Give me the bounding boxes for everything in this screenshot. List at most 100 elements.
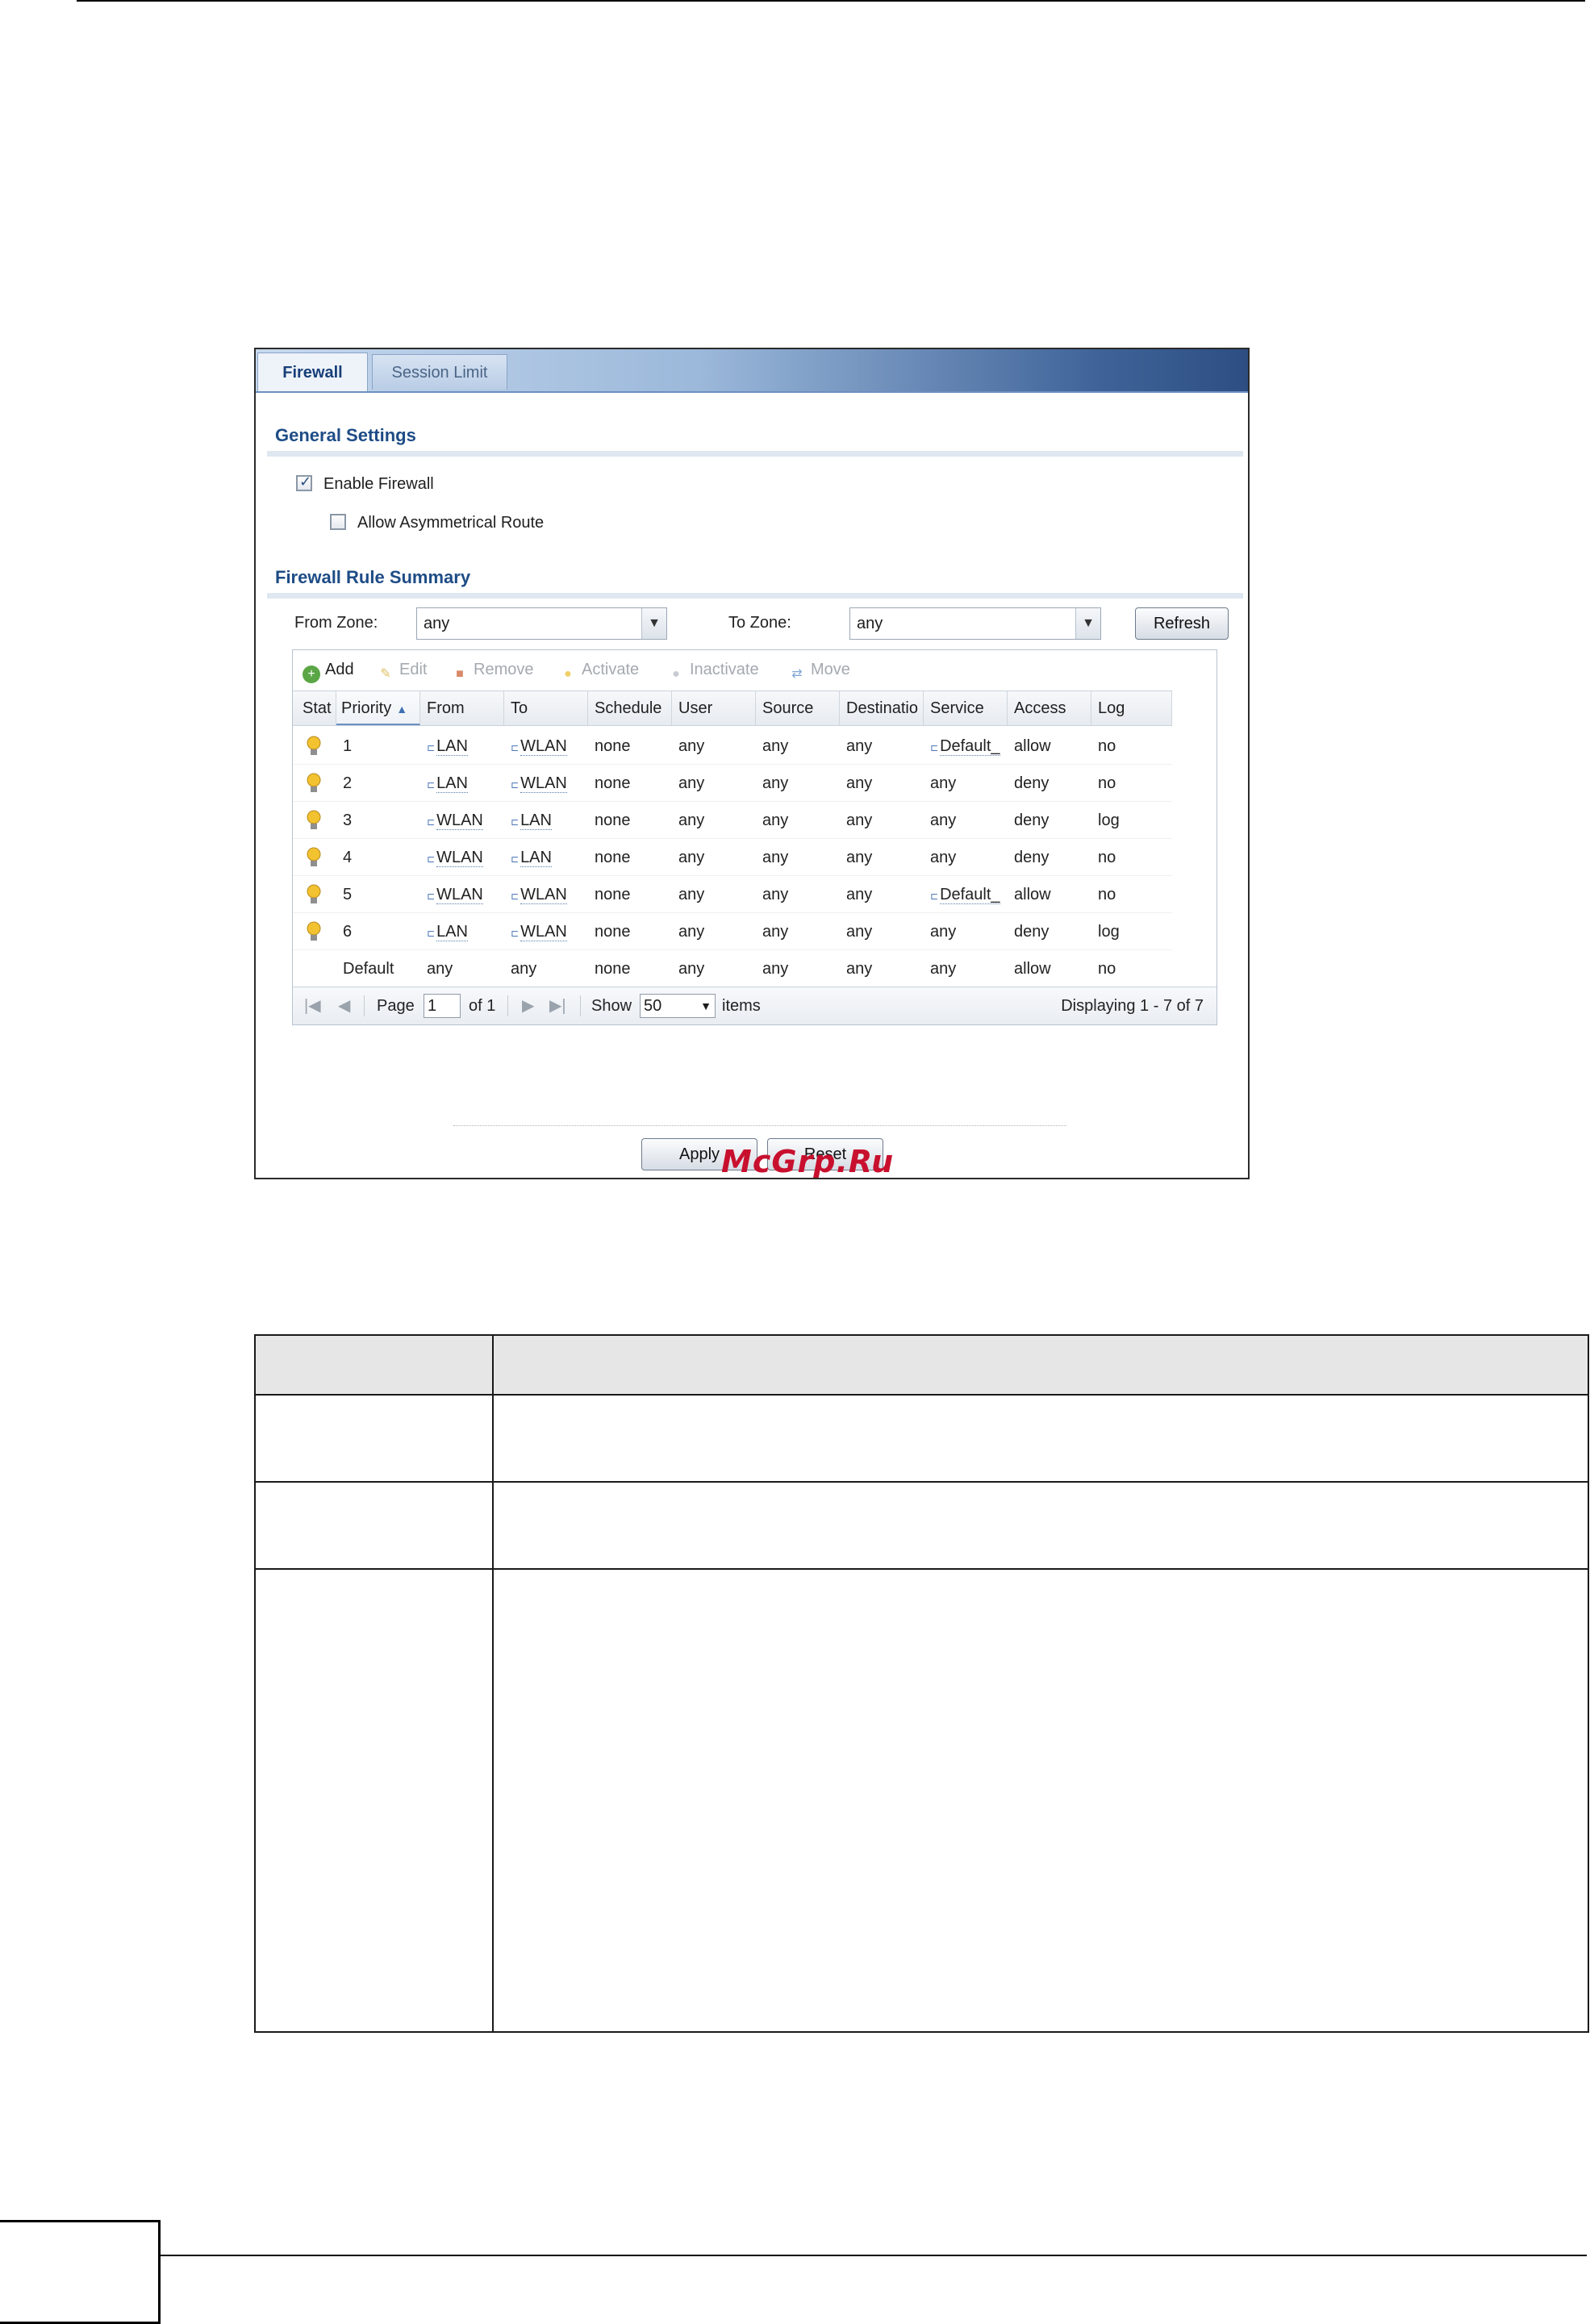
cell-service-link[interactable]: Default_ (940, 886, 1000, 904)
cell-from[interactable]: ⊏ LAN (420, 913, 504, 950)
object-icon: ⊏ (511, 928, 520, 939)
col-to[interactable]: To (504, 691, 588, 725)
next-page-icon[interactable]: ▶ (522, 995, 534, 1016)
chevron-down-icon[interactable]: ▼ (641, 608, 666, 639)
col-user[interactable]: User (672, 691, 756, 725)
col-access[interactable]: Access (1008, 691, 1091, 725)
refresh-button[interactable]: Refresh (1135, 607, 1229, 640)
page-number-input[interactable]: 1 (424, 994, 461, 1018)
firewall-rule-grid: + Add ✎ Edit ■ Remove ● Activate ● Inactivate… (292, 649, 1217, 1025)
cell-access: deny (1014, 774, 1050, 792)
cell-log: no (1098, 774, 1116, 792)
page-size-select[interactable]: 50 ▼ (640, 994, 716, 1018)
cell-source: any (762, 960, 789, 978)
first-page-icon[interactable]: |◀ (304, 995, 321, 1016)
cell-access: allow (1014, 737, 1051, 755)
cell-from-link[interactable]: LAN (436, 774, 468, 793)
cell-schedule: none (595, 849, 631, 866)
col-service[interactable]: Service (924, 691, 1008, 725)
cell-to[interactable]: ⊏ LAN (504, 839, 588, 876)
from-zone-select[interactable]: any ▼ (416, 607, 667, 640)
move-button[interactable]: ⇄ Move (788, 660, 850, 681)
cell-to-link[interactable]: LAN (520, 849, 552, 867)
inactivate-button[interactable]: ● Inactivate (667, 660, 758, 681)
col-priority[interactable]: Priority ▲ (336, 691, 420, 725)
col-log[interactable]: Log (1091, 691, 1172, 725)
remove-button[interactable]: ■ Remove (451, 660, 533, 681)
object-icon: ⊏ (427, 816, 436, 828)
col-priority-label: Priority (341, 699, 392, 717)
chevron-down-icon[interactable]: ▼ (700, 995, 712, 1017)
cell-from-link[interactable]: LAN (436, 737, 468, 756)
pager-separator (580, 995, 581, 1016)
add-button[interactable]: + Add (303, 660, 354, 683)
trash-icon: ■ (456, 667, 464, 681)
firewall-screenshot: Firewall Session Limit General Settings … (254, 348, 1250, 1179)
allow-asymmetrical-route-checkbox[interactable] (330, 514, 346, 530)
cell-from[interactable]: ⊏ WLAN (420, 839, 504, 876)
enable-firewall-checkbox[interactable]: ✓ (296, 474, 312, 491)
cell-from[interactable]: ⊏ LAN (420, 728, 504, 765)
table-row[interactable]: 2 ⊏ LAN ⊏ WLAN none any any any any deny no (293, 765, 1172, 802)
cell-to[interactable]: ⊏ WLAN (504, 728, 588, 765)
move-label: Move (811, 661, 850, 678)
cell-source: any (762, 737, 789, 755)
cell-schedule: none (595, 923, 631, 941)
page-top-rule (77, 0, 1585, 2)
edit-icon: ✎ (380, 667, 391, 681)
cell-from-link[interactable]: WLAN (436, 849, 483, 867)
col-source[interactable]: Source (756, 691, 840, 725)
lightbulb-icon[interactable] (306, 884, 322, 905)
table-row[interactable]: 3 ⊏ WLAN ⊏ LAN none any any any any deny log (293, 802, 1172, 839)
cell-priority: 2 (343, 774, 353, 792)
last-page-icon[interactable]: ▶| (549, 995, 566, 1016)
col-from[interactable]: From (420, 691, 504, 725)
table-row[interactable]: 1 ⊏ LAN ⊏ WLAN none any any any ⊏ Default_ allow no (293, 728, 1172, 765)
edit-button[interactable]: ✎ Edit (377, 660, 427, 681)
table-row[interactable]: 5 ⊏ WLAN ⊏ WLAN none any any any ⊏ Default_ allow no (293, 876, 1172, 913)
cell-to-link[interactable]: WLAN (520, 774, 567, 793)
activate-button[interactable]: ● Activate (559, 660, 639, 681)
object-icon: ⊏ (427, 928, 436, 939)
cell-service[interactable]: ⊏ Default_ (924, 876, 1008, 913)
enable-firewall-label: Enable Firewall (323, 475, 434, 493)
cell-from[interactable]: ⊏ WLAN (420, 876, 504, 913)
lightbulb-icon[interactable] (306, 810, 322, 831)
table-row[interactable]: Default any any none any any any any allow no (293, 950, 1172, 987)
cell-to-link[interactable]: WLAN (520, 923, 567, 941)
lightbulb-icon[interactable] (306, 773, 322, 794)
col-schedule[interactable]: Schedule (588, 691, 672, 725)
from-zone-value: any (424, 615, 450, 632)
cell-to-link[interactable]: WLAN (520, 886, 567, 904)
cell-to-link[interactable]: LAN (520, 812, 552, 830)
cell-to[interactable]: ⊏ WLAN (504, 913, 588, 950)
cell-to[interactable]: ⊏ WLAN (504, 876, 588, 913)
tab-session-limit[interactable]: Session Limit (372, 354, 507, 390)
cell-to[interactable]: ⊏ WLAN (504, 765, 588, 802)
cell-priority: 4 (343, 849, 353, 866)
lightbulb-icon[interactable] (306, 847, 322, 868)
cell-from-link[interactable]: LAN (436, 923, 468, 941)
cell-from-link[interactable]: WLAN (436, 812, 483, 830)
table-row[interactable]: 6 ⊏ LAN ⊏ WLAN none any any any any deny log (293, 913, 1172, 950)
cell-from-link[interactable]: WLAN (436, 886, 483, 904)
col-status[interactable]: Stat (293, 691, 336, 725)
to-zone-select[interactable]: any ▼ (849, 607, 1101, 640)
tab-firewall[interactable]: Firewall (257, 353, 368, 391)
cell-from[interactable]: ⊏ WLAN (420, 802, 504, 839)
col-destination[interactable]: Destinatio (840, 691, 924, 725)
chevron-down-icon[interactable]: ▼ (1075, 608, 1100, 639)
cell-schedule: none (595, 886, 631, 903)
cell-from[interactable]: ⊏ LAN (420, 765, 504, 802)
object-icon: ⊏ (427, 742, 436, 753)
cell-to-link[interactable]: WLAN (520, 737, 567, 756)
cell-service-link[interactable]: Default_ (940, 737, 1000, 756)
lightbulb-icon[interactable] (306, 921, 322, 942)
general-settings-title: General Settings (275, 425, 416, 445)
prev-page-icon[interactable]: ◀ (338, 995, 350, 1016)
cell-service[interactable]: ⊏ Default_ (924, 728, 1008, 765)
lightbulb-icon[interactable] (306, 736, 322, 757)
divider (453, 1125, 1066, 1126)
table-row[interactable]: 4 ⊏ WLAN ⊏ LAN none any any any any deny no (293, 839, 1172, 876)
cell-to[interactable]: ⊏ LAN (504, 802, 588, 839)
